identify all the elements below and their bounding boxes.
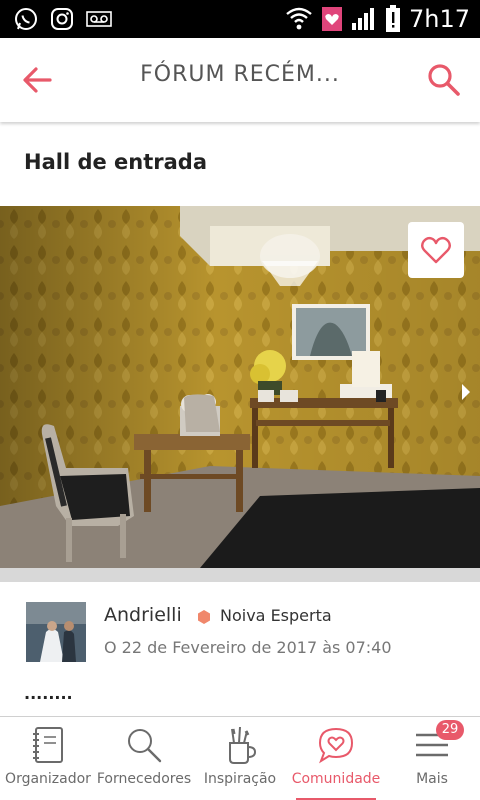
status-time: 7h17 (408, 5, 470, 33)
avatar-photo (26, 602, 86, 662)
page-title: Hall de entrada (24, 150, 208, 174)
status-bar-right-icons: 7h17 (285, 4, 470, 34)
voicemail-icon (86, 11, 112, 27)
status-bar: 7h17 (0, 0, 480, 38)
back-button[interactable] (18, 60, 58, 100)
author-avatar[interactable] (26, 602, 86, 662)
app-bar: FÓRUM RECÉM... (0, 38, 480, 122)
nav-comunidade[interactable]: Comunidade (288, 717, 384, 800)
nav-mais[interactable]: Mais (384, 717, 480, 800)
instagram-icon (51, 8, 73, 30)
author-name[interactable]: Andrielli (104, 604, 182, 626)
nav-fornecedores[interactable]: Fornecedores (96, 717, 192, 800)
notification-count-badge: 29 (436, 720, 464, 740)
post-photo[interactable] (0, 206, 480, 568)
app-bar-title: FÓRUM RECÉM... (140, 62, 340, 87)
post-body-text: ........ (24, 684, 73, 703)
notebook-icon (33, 727, 63, 763)
nav-comunidade-label: Comunidade (291, 771, 381, 787)
brushes-icon (229, 726, 257, 764)
wifi-icon (286, 7, 312, 30)
nav-mais-label: Mais (416, 771, 448, 787)
favorite-button[interactable] (408, 222, 464, 278)
battery-alert-icon (385, 5, 400, 32)
nav-fornecedores-label: Fornecedores (96, 771, 192, 787)
nav-inspiracao[interactable]: Inspiração (192, 717, 288, 800)
author-badge-label: Noiva Esperta (220, 606, 332, 625)
signal-icon (351, 8, 374, 30)
nav-inspiracao-label: Inspiração (203, 771, 277, 787)
search-icon (128, 729, 162, 763)
hexagon-badge-icon (198, 610, 210, 624)
bottom-navigation: Organizador Fornecedores Inspiração Comu… (0, 716, 480, 800)
back-arrow-icon (23, 67, 52, 93)
whatsapp-icon (15, 8, 37, 30)
next-photo-button[interactable] (460, 382, 472, 402)
search-icon (428, 64, 460, 96)
nav-organizador-label: Organizador (5, 771, 91, 787)
chevron-right-icon (462, 384, 470, 400)
status-bar-left-icons (14, 7, 112, 31)
chat-heart-icon (318, 727, 354, 764)
app-notification-icon (321, 7, 342, 31)
heart-outline-icon (421, 236, 451, 264)
search-button[interactable] (424, 60, 464, 100)
section-divider (0, 568, 480, 582)
post-date: O 22 de Fevereiro de 2017 às 07:40 (104, 638, 392, 657)
nav-organizador[interactable]: Organizador (0, 717, 96, 800)
